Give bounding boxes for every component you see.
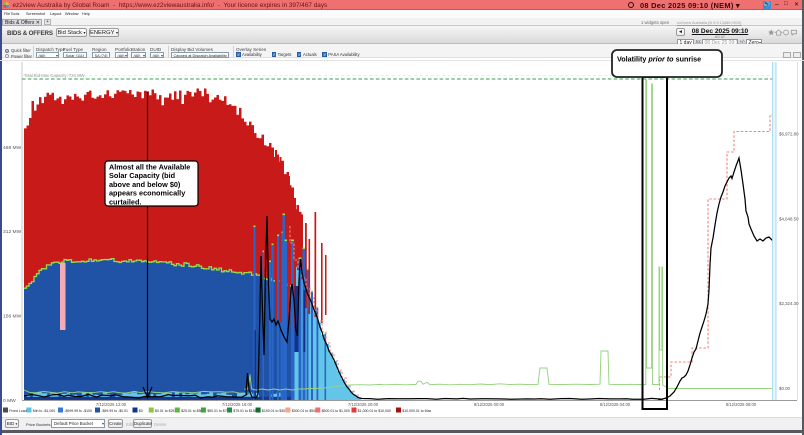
svg-text:Solar Capacity (bid: Solar Capacity (bid: [109, 171, 175, 180]
svg-text:$500.01 to $1,000: $500.01 to $1,000: [322, 409, 350, 413]
svg-text:312 MW: 312 MW: [3, 229, 22, 235]
svg-text:8/12/2025 04:00: 8/12/2025 04:00: [600, 402, 631, 407]
svg-text:$0: $0: [139, 409, 143, 413]
svg-text:$150.01 to $300: $150.01 to $300: [262, 409, 287, 413]
svg-text:$0.00: $0.00: [779, 386, 791, 391]
svg-text:$0.01 to $25: $0.01 to $25: [155, 409, 175, 413]
svg-text:Volatility prior to sunrise: Volatility prior to sunrise: [617, 55, 701, 64]
svg-text:156 MW: 156 MW: [3, 314, 22, 320]
svg-text:Fixed Load: Fixed Load: [9, 409, 26, 413]
svg-text:$10,000.01 to Max: $10,000.01 to Max: [402, 409, 431, 413]
svg-text:$1,000.01 to $10,000: $1,000.01 to $10,000: [358, 409, 391, 413]
svg-text:$75.01 to $150: $75.01 to $150: [233, 409, 256, 413]
svg-text:Min to -$1,000: Min to -$1,000: [33, 409, 55, 413]
svg-text:8/12/2025 00:00: 8/12/2025 00:00: [474, 402, 505, 407]
svg-text:468 MW: 468 MW: [3, 145, 22, 151]
svg-text:$300.01 to $500: $300.01 to $500: [292, 409, 317, 413]
svg-text:appears economically: appears economically: [109, 189, 186, 198]
svg-text:0 MW: 0 MW: [3, 398, 16, 404]
svg-text:7/12/2025 12:00: 7/12/2025 12:00: [96, 402, 127, 407]
svg-text:$50.01 to $75: $50.01 to $75: [207, 409, 228, 413]
svg-text:-$999.99 to -$100: -$999.99 to -$100: [64, 409, 92, 413]
svg-text:$25.01 to $50: $25.01 to $50: [181, 409, 202, 413]
svg-text:above and below $0): above and below $0): [109, 180, 181, 189]
svg-text:Almost all the Available: Almost all the Available: [109, 163, 190, 172]
svg-text:$2,324.30: $2,324.30: [779, 301, 799, 306]
svg-text:7/12/2025 20:00: 7/12/2025 20:00: [348, 402, 379, 407]
svg-text:7/12/2025 16:00: 7/12/2025 16:00: [222, 402, 253, 407]
svg-text:$6,972.80: $6,972.80: [779, 132, 799, 137]
svg-text:-$99.99 to -$0.01: -$99.99 to -$0.01: [101, 409, 128, 413]
svg-text:curtailed.: curtailed.: [109, 197, 141, 206]
svg-text:$4,648.50: $4,648.50: [779, 216, 799, 221]
svg-text:8/12/2025 08:00: 8/12/2025 08:00: [726, 402, 757, 407]
svg-text:Total Bid Max Capacity: 724 MW: Total Bid Max Capacity: 724 MW: [24, 73, 85, 78]
